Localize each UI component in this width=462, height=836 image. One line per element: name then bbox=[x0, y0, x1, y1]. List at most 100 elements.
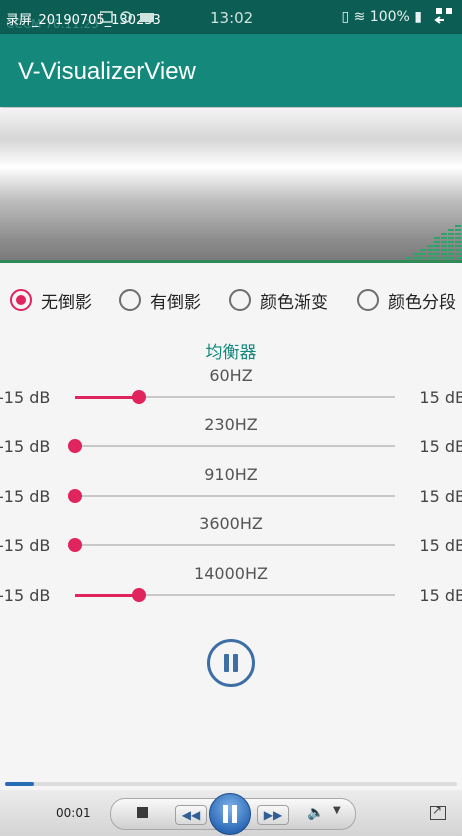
chevron-down-icon[interactable]: ▼ bbox=[333, 805, 341, 816]
band-max-label: 15 dB bbox=[419, 487, 462, 506]
visualizer-bar-segment bbox=[420, 257, 426, 259]
band-frequency-label: 60HZ bbox=[209, 366, 253, 385]
visualizer-bar-segment bbox=[448, 237, 454, 239]
band-min-label: -15 dB bbox=[0, 536, 51, 555]
visualizer-bar-segment bbox=[441, 253, 447, 255]
visualizer-bar-segment bbox=[441, 257, 447, 259]
app-toolbar: V-VisualizerView bbox=[0, 34, 462, 107]
visualizer-bar-segment bbox=[413, 253, 419, 255]
radio-color-gradient[interactable]: 颜色渐变 bbox=[229, 282, 328, 318]
band-max-label: 15 dB bbox=[419, 388, 462, 407]
radio-label: 颜色分段 bbox=[388, 292, 456, 313]
fast-forward-icon[interactable]: ▶▶ bbox=[257, 805, 289, 825]
radio-selected-icon[interactable] bbox=[10, 289, 32, 311]
pause-button[interactable] bbox=[207, 639, 255, 687]
pause-icon-bar bbox=[233, 654, 238, 672]
slider-fill bbox=[75, 395, 139, 399]
visualizer-bar-segment bbox=[434, 237, 440, 239]
visualizer-view bbox=[0, 108, 462, 263]
band-min-label: -15 dB bbox=[0, 487, 51, 506]
radio-color-segment[interactable]: 颜色分段 bbox=[357, 282, 456, 318]
visualizer-bar bbox=[448, 227, 454, 263]
app-title: V-VisualizerView bbox=[18, 58, 196, 85]
expand-icon[interactable] bbox=[430, 803, 446, 820]
equalizer-title: 均衡器 bbox=[205, 343, 257, 363]
visualizer-bar-segment bbox=[441, 241, 447, 243]
rewind-icon[interactable]: ◀◀ bbox=[175, 805, 207, 825]
visualizer-bar-segment bbox=[434, 245, 440, 247]
radio-with-reflection[interactable]: 有倒影 bbox=[119, 282, 201, 318]
visualizer-bar-segment bbox=[455, 245, 461, 247]
volume-icon[interactable]: 🔈 bbox=[307, 805, 324, 821]
band-slider[interactable] bbox=[68, 538, 395, 552]
slider-thumb[interactable] bbox=[132, 588, 146, 602]
notification-icons-group bbox=[99, 11, 154, 23]
eq-band-60hz: 60HZ -15 dB 15 dB bbox=[0, 366, 462, 416]
screen-record-corner-icon[interactable] bbox=[434, 6, 454, 26]
band-slider[interactable] bbox=[75, 588, 395, 602]
play-pause-button[interactable] bbox=[209, 793, 251, 835]
radio-label: 有倒影 bbox=[150, 292, 201, 313]
visualizer-bar-segment bbox=[448, 233, 454, 235]
playback-progress-bar[interactable] bbox=[5, 782, 457, 786]
visualizer-bar-segment bbox=[455, 241, 461, 243]
sync-icon bbox=[120, 11, 132, 23]
wifi-icon: ≋ bbox=[353, 9, 366, 25]
radio-unselected-icon[interactable] bbox=[119, 289, 141, 311]
status-time: 13:02 bbox=[210, 9, 254, 27]
band-slider[interactable] bbox=[68, 489, 395, 503]
band-frequency-label: 14000HZ bbox=[194, 564, 268, 583]
slider-fill bbox=[75, 593, 139, 597]
radio-unselected-icon[interactable] bbox=[229, 289, 251, 311]
image-icon bbox=[99, 11, 113, 23]
visualizer-bar-segment bbox=[434, 249, 440, 251]
playback-progress-fill bbox=[5, 782, 35, 786]
band-frequency-label: 230HZ bbox=[204, 415, 258, 434]
visualizer-bar-segment bbox=[420, 249, 426, 251]
visualizer-bar-segment bbox=[441, 249, 447, 251]
slider-thumb[interactable] bbox=[132, 390, 146, 404]
radio-unselected-icon[interactable] bbox=[357, 289, 379, 311]
band-max-label: 15 dB bbox=[419, 437, 462, 456]
media-controls: ◀◀ ▶▶ 🔈 ▼ bbox=[110, 793, 356, 835]
visualizer-bar-segment bbox=[427, 253, 433, 255]
status-right-group: ▯ ≋ 100% ▮ bbox=[341, 9, 422, 25]
radio-label: 无倒影 bbox=[41, 292, 92, 313]
visualizer-bar-segment bbox=[448, 229, 454, 231]
visualizer-bar bbox=[434, 235, 440, 263]
band-frequency-label: 910HZ bbox=[204, 465, 258, 484]
stop-icon[interactable] bbox=[137, 807, 148, 818]
band-max-label: 15 dB bbox=[419, 536, 462, 555]
visualizer-bar-segment bbox=[448, 249, 454, 251]
visualizer-bar-segment bbox=[406, 257, 412, 259]
battery-icon: ▮ bbox=[414, 9, 422, 25]
pause-icon bbox=[224, 654, 229, 672]
status-notification-icons bbox=[99, 10, 164, 27]
band-slider[interactable] bbox=[68, 439, 395, 453]
visualizer-bar-segment bbox=[455, 249, 461, 251]
visualizer-bar-segment bbox=[427, 257, 433, 259]
slider-thumb[interactable] bbox=[68, 538, 82, 552]
visualizer-bar-segment bbox=[448, 241, 454, 243]
band-min-label: -15 dB bbox=[0, 586, 51, 605]
video-icon bbox=[140, 13, 154, 22]
visualizer-bar-segment bbox=[455, 237, 461, 239]
slider-thumb[interactable] bbox=[68, 439, 82, 453]
band-slider[interactable] bbox=[75, 390, 395, 404]
band-max-label: 15 dB bbox=[419, 586, 462, 605]
visualizer-bar-segment bbox=[448, 253, 454, 255]
visualizer-bar-segment bbox=[441, 233, 447, 235]
style-radio-group: 无倒影 有倒影 颜色渐变 颜色分段 bbox=[0, 282, 462, 318]
visualizer-bar-segment bbox=[455, 229, 461, 231]
battery-label: 100% bbox=[369, 9, 410, 25]
slider-thumb[interactable] bbox=[68, 489, 82, 503]
visualizer-bar bbox=[441, 231, 447, 263]
visualizer-bar-segment bbox=[455, 225, 461, 227]
status-bar: CCCM 70.11.23 录屏_20190705_130233 13:02 ▯… bbox=[0, 0, 462, 34]
visualizer-bar-segment bbox=[434, 253, 440, 255]
visualizer-bar bbox=[455, 223, 461, 263]
visualizer-bar-segment bbox=[441, 237, 447, 239]
visualizer-bar-segment bbox=[413, 257, 419, 259]
radio-no-reflection[interactable]: 无倒影 bbox=[10, 282, 92, 318]
pause-icon bbox=[223, 805, 228, 823]
